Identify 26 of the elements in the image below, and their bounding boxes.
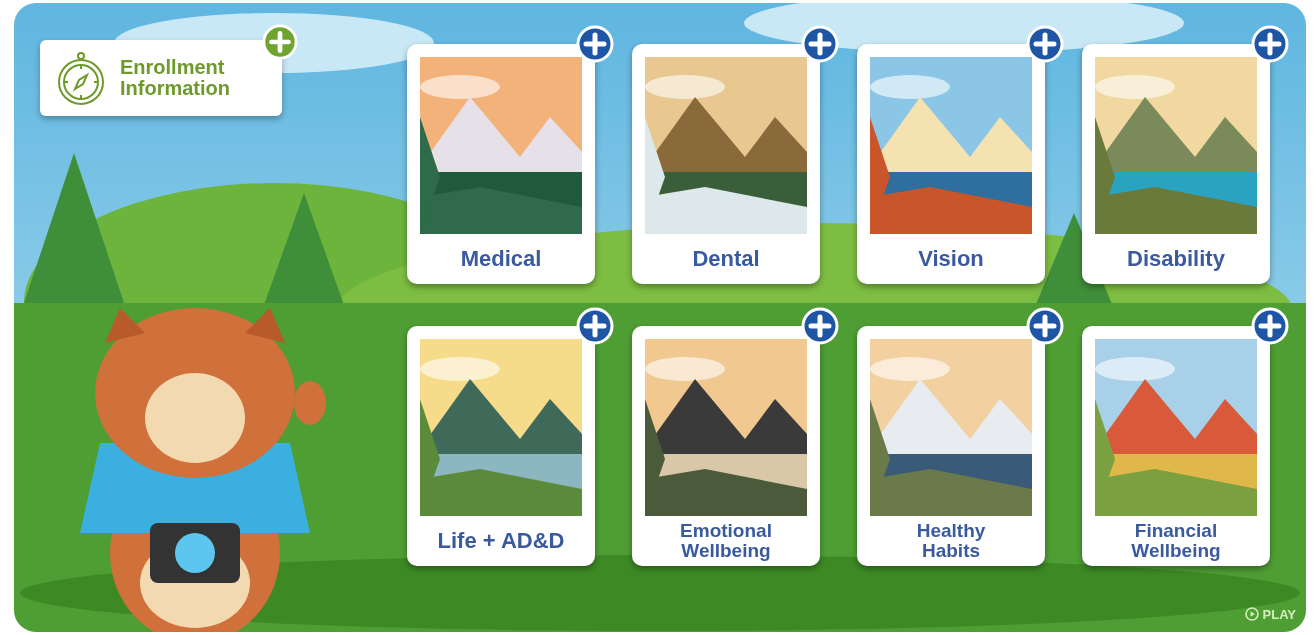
plus-icon[interactable] bbox=[576, 307, 614, 345]
card-title: Dental bbox=[692, 247, 760, 271]
topic-card[interactable]: Disability bbox=[1082, 44, 1270, 284]
topic-card[interactable]: Financial Wellbeing bbox=[1082, 326, 1270, 566]
card-title: Vision bbox=[918, 247, 984, 271]
plus-icon[interactable] bbox=[801, 25, 839, 63]
card-title: Financial Wellbeing bbox=[1131, 521, 1221, 561]
card-title: Life + AD&D bbox=[437, 529, 565, 553]
topic-card[interactable]: Vision bbox=[857, 44, 1045, 284]
plus-icon[interactable] bbox=[1026, 25, 1064, 63]
card-title: Emotional Wellbeing bbox=[680, 521, 772, 561]
topic-card[interactable]: Dental bbox=[632, 44, 820, 284]
card-title: Healthy Habits bbox=[916, 521, 986, 561]
topic-card[interactable]: Healthy Habits bbox=[857, 326, 1045, 566]
card-title: Medical bbox=[460, 247, 542, 271]
plus-icon[interactable] bbox=[1251, 25, 1289, 63]
plus-icon[interactable] bbox=[1026, 307, 1064, 345]
plus-icon[interactable] bbox=[1251, 307, 1289, 345]
enrollment-title: Enrollment Information bbox=[120, 57, 231, 99]
plus-icon[interactable] bbox=[576, 25, 614, 63]
topic-card[interactable]: Medical bbox=[407, 44, 595, 284]
topic-card[interactable]: Life + AD&D bbox=[407, 326, 595, 566]
topic-card[interactable]: Emotional Wellbeing bbox=[632, 326, 820, 566]
plus-icon[interactable] bbox=[801, 307, 839, 345]
card-title: Disability bbox=[1127, 247, 1225, 271]
play-icon bbox=[1244, 607, 1259, 622]
